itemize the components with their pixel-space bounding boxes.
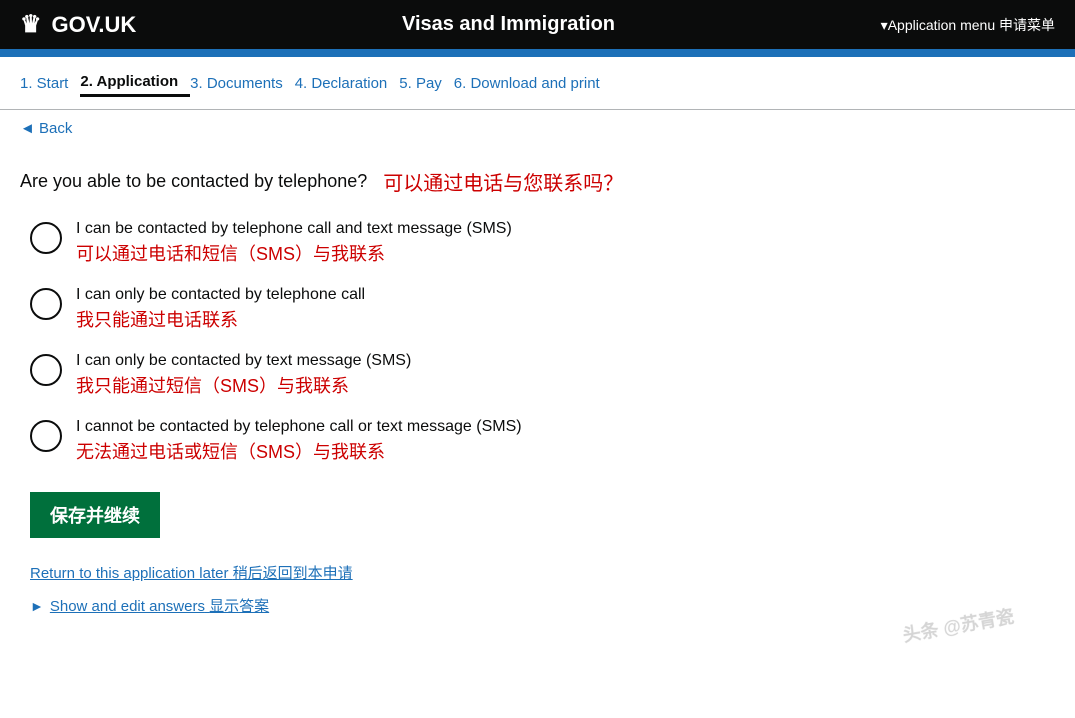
radio-label-cn-2: 我只能通过电话联系	[76, 306, 365, 332]
return-link[interactable]: Return to this application later 稍后返回到本申…	[30, 562, 880, 583]
step-application[interactable]: 2. Application	[80, 69, 190, 97]
radio-group: I can be contacted by telephone call and…	[20, 220, 880, 476]
radio-input-3[interactable]	[30, 354, 62, 386]
application-menu[interactable]: ▾Application menu 申请菜单	[881, 15, 1055, 35]
crown-icon: ♛	[20, 10, 42, 39]
question-english: Are you able to be contacted by telephon…	[20, 171, 367, 192]
radio-option-4: I cannot be contacted by telephone call …	[30, 418, 880, 464]
radio-option-3: I can only be contacted by text message …	[30, 352, 880, 398]
question-row: Are you able to be contacted by telephon…	[20, 167, 880, 196]
logo-text: GOV.UK	[52, 12, 137, 38]
show-edit-label-cn: 显示答案	[209, 598, 269, 615]
back-link[interactable]: ◄ Back	[0, 110, 92, 147]
show-edit-label-en: Show and edit answers	[50, 598, 205, 615]
show-edit-arrow-icon: ►	[30, 598, 44, 614]
return-link-en: Return to this application later	[30, 565, 228, 582]
gov-logo: ♛ GOV.UK	[20, 10, 136, 39]
radio-labels-2: I can only be contacted by telephone cal…	[76, 286, 365, 332]
radio-labels-4: I cannot be contacted by telephone call …	[76, 418, 522, 464]
step-start[interactable]: 1. Start	[20, 71, 80, 96]
show-edit-row: ► Show and edit answers 显示答案	[30, 595, 880, 616]
step-pay[interactable]: 5. Pay	[399, 71, 454, 96]
blue-accent-bar	[0, 49, 1075, 57]
radio-label-en-2[interactable]: I can only be contacted by telephone cal…	[76, 286, 365, 304]
radio-labels-1: I can be contacted by telephone call and…	[76, 220, 512, 266]
radio-label-en-1[interactable]: I can be contacted by telephone call and…	[76, 220, 512, 238]
question-chinese: 可以通过电话与您联系吗？	[383, 167, 623, 196]
footer-links: Return to this application later 稍后返回到本申…	[20, 562, 880, 616]
step-documents[interactable]: 3. Documents	[190, 71, 295, 96]
radio-input-2[interactable]	[30, 288, 62, 320]
radio-input-1[interactable]	[30, 222, 62, 254]
radio-option-1: I can be contacted by telephone call and…	[30, 220, 880, 266]
return-link-cn: 稍后返回到本申请	[233, 565, 353, 582]
save-continue-button[interactable]: 保存并继续	[30, 492, 160, 538]
site-title: Visas and Immigration	[402, 13, 615, 36]
radio-option-2: I can only be contacted by telephone cal…	[30, 286, 880, 332]
radio-label-en-4[interactable]: I cannot be contacted by telephone call …	[76, 418, 522, 436]
page-header: ♛ GOV.UK Visas and Immigration ▾Applicat…	[0, 0, 1075, 49]
radio-input-4[interactable]	[30, 420, 62, 452]
radio-label-cn-1: 可以通过电话和短信（SMS）与我联系	[76, 240, 512, 266]
show-edit-link[interactable]: Show and edit answers 显示答案	[50, 595, 269, 616]
steps-navigation: 1. Start 2. Application 3. Documents 4. …	[0, 57, 1075, 110]
radio-label-en-3[interactable]: I can only be contacted by text message …	[76, 352, 411, 370]
radio-label-cn-3: 我只能通过短信（SMS）与我联系	[76, 372, 411, 398]
radio-label-cn-4: 无法通过电话或短信（SMS）与我联系	[76, 438, 522, 464]
step-download[interactable]: 6. Download and print	[454, 71, 612, 96]
main-content: Are you able to be contacted by telephon…	[0, 147, 900, 636]
radio-labels-3: I can only be contacted by text message …	[76, 352, 411, 398]
watermark: 头条 @苏青瓷	[901, 602, 1016, 647]
step-declaration[interactable]: 4. Declaration	[295, 71, 400, 96]
